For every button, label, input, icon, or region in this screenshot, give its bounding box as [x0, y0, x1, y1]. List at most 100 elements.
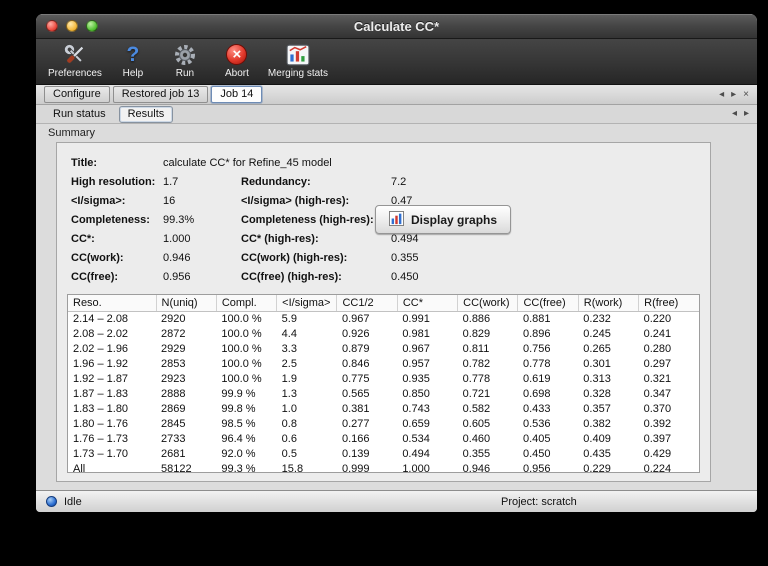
section-summary-label: Summary	[36, 124, 757, 141]
tab-close-icon[interactable]: ×	[743, 89, 749, 100]
table-row[interactable]: 1.87 – 1.83 2888 99.9 % 1.3 0.565 0.850 0.721 0…	[68, 386, 699, 401]
subtab-forward-icon[interactable]: ▸	[744, 109, 749, 119]
table-cell: 3.3	[281, 342, 297, 355]
table-cell: 100.0 %	[221, 342, 262, 355]
merging-stats-button[interactable]: Merging stats	[268, 41, 328, 80]
help-label: Help	[122, 68, 144, 79]
table-cell: 0.357	[583, 402, 611, 415]
preferences-button[interactable]: Preferences	[48, 41, 102, 80]
column-header[interactable]: <I/sigma>	[276, 295, 338, 312]
run-label: Run	[175, 68, 195, 79]
table-cell: 0.698	[522, 387, 551, 400]
table-row[interactable]: 1.76 – 1.73 2733 96.4 % 0.6 0.166 0.534 0.460 0…	[68, 431, 699, 446]
titlebar[interactable]: Calculate CC*	[36, 14, 757, 39]
table-row[interactable]: 1.96 – 1.92 2853 100.0 % 2.5 0.846 0.957 0.782…	[68, 356, 699, 371]
table-cell: 0.582	[462, 402, 491, 415]
table-cell: 0.5	[281, 447, 297, 460]
table-cell: 1.000	[402, 462, 430, 473]
table-cell: 1.96 – 1.92	[73, 357, 129, 370]
minimize-button[interactable]	[66, 20, 78, 32]
job-tab-bar: Configure Restored job 13 Job 14 ◂ ▸ ×	[36, 85, 757, 105]
table-row[interactable]: All 58122 99.3 % 15.8 0.999 1.000 0.946 0.956 0.…	[68, 461, 699, 473]
column-header[interactable]: R(free)	[638, 295, 699, 312]
run-button[interactable]: Run	[164, 41, 206, 80]
table-cell: 1.80 – 1.76	[73, 417, 129, 430]
tab-configure[interactable]: Configure	[44, 86, 110, 103]
table-row[interactable]: 2.14 – 2.08 2920 100.0 % 5.9 0.967 0.991 0.886…	[68, 311, 699, 326]
table-cell: 0.301	[583, 357, 611, 370]
summary-row: CC(work): 0.946 CC(work) (high-res): 0.3…	[71, 248, 696, 267]
tab-back-icon[interactable]: ◂	[719, 89, 724, 100]
table-row[interactable]: 2.08 – 2.02 2872 100.0 % 4.4 0.926 0.981 0.829…	[68, 326, 699, 341]
close-button[interactable]	[46, 20, 58, 32]
table-cell: 0.232	[583, 312, 611, 325]
table-cell: 0.881	[522, 312, 551, 325]
table-cell: 0.409	[583, 432, 611, 445]
table-cell: 1.76 – 1.73	[73, 432, 129, 445]
table-cell: 2923	[161, 372, 186, 385]
table-cell: 92.0 %	[221, 447, 256, 460]
stat-label: CC(work) (high-res):	[241, 251, 348, 264]
column-header[interactable]: CC1/2	[336, 295, 398, 312]
column-header[interactable]: R(work)	[578, 295, 640, 312]
table-cell: 0.429	[643, 447, 672, 460]
stat-value: 1.7	[163, 175, 179, 188]
table-row[interactable]: 1.83 – 1.80 2869 99.8 % 1.0 0.381 0.743 0.582 0…	[68, 401, 699, 416]
column-header[interactable]: CC*	[397, 295, 459, 312]
table-cell: 0.782	[462, 357, 491, 370]
subtab-back-icon[interactable]: ◂	[732, 109, 737, 119]
table-cell: 2681	[161, 447, 186, 460]
stat-label: CC(free) (high-res):	[241, 270, 342, 283]
table-row[interactable]: 1.73 – 1.70 2681 92.0 % 0.5 0.139 0.494 0.355 0…	[68, 446, 699, 461]
table-cell: 0.280	[643, 342, 672, 355]
table-cell: 1.83 – 1.80	[73, 402, 129, 415]
table-cell: 99.8 %	[221, 402, 256, 415]
subtab-run-status[interactable]: Run status	[44, 106, 115, 123]
table-cell: 0.392	[643, 417, 672, 430]
tab-job-14[interactable]: Job 14	[211, 86, 263, 103]
display-graphs-button[interactable]: Display graphs	[375, 205, 512, 234]
table-cell: 0.433	[522, 402, 551, 415]
preferences-label: Preferences	[48, 68, 102, 79]
stat-label: Completeness:	[71, 213, 150, 226]
stat-label: <I/sigma>:	[71, 194, 126, 207]
table-cell: 0.756	[522, 342, 551, 355]
stats-table: Reso. N(uniq) Compl. <I/sigma> CC1/2 CC* CC(wo…	[68, 295, 699, 473]
column-header[interactable]: CC(work)	[457, 295, 519, 312]
tab-forward-icon[interactable]: ▸	[731, 89, 736, 100]
table-cell: 0.981	[402, 327, 430, 340]
table-cell: 0.778	[462, 372, 491, 385]
table-cell: 100.0 %	[221, 312, 262, 325]
zoom-button[interactable]	[86, 20, 98, 32]
table-cell: 0.957	[402, 357, 430, 370]
table-cell: 0.721	[462, 387, 491, 400]
column-header[interactable]: CC(free)	[517, 295, 579, 312]
tab-restored-job-13[interactable]: Restored job 13	[112, 86, 209, 103]
subtab-results[interactable]: Results	[118, 105, 174, 123]
column-header[interactable]: Reso.	[68, 295, 157, 312]
preferences-tools-icon	[62, 41, 88, 68]
table-cell: 0.879	[341, 342, 370, 355]
table-cell: 0.382	[583, 417, 611, 430]
stat-label: High resolution:	[71, 175, 156, 188]
column-header[interactable]: Compl.	[216, 295, 278, 312]
table-cell: 0.775	[341, 372, 370, 385]
table-row[interactable]: 1.92 – 1.87 2923 100.0 % 1.9 0.775 0.935 0.778…	[68, 371, 699, 386]
table-cell: 1.9	[281, 372, 297, 385]
column-header[interactable]: N(uniq)	[156, 295, 217, 312]
table-cell: 0.946	[462, 462, 491, 473]
table-row[interactable]: 1.80 – 1.76 2845 98.5 % 0.8 0.277 0.659 0.605 0…	[68, 416, 699, 431]
table-cell: 0.811	[462, 342, 490, 355]
table-cell: 0.265	[583, 342, 611, 355]
table-row[interactable]: 2.02 – 1.96 2929 100.0 % 3.3 0.879 0.967 0.811…	[68, 341, 699, 356]
table-cell: 99.3 %	[221, 462, 256, 473]
table-cell: 2853	[161, 357, 186, 370]
table-cell: 0.999	[341, 462, 370, 473]
table-cell: 0.534	[402, 432, 430, 445]
table-cell: 99.9 %	[221, 387, 256, 400]
abort-button[interactable]: Abort	[216, 41, 258, 80]
help-button[interactable]: ? Help	[112, 41, 154, 80]
table-cell: 0.166	[341, 432, 370, 445]
table-cell: 0.450	[522, 447, 551, 460]
stat-value: 0.355	[391, 251, 419, 264]
